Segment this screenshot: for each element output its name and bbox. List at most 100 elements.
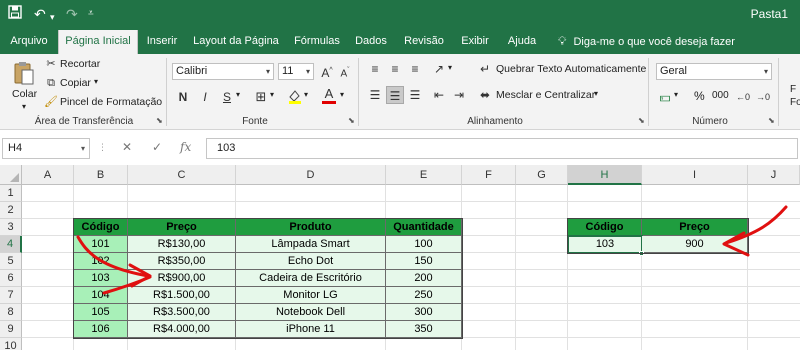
wrap-text-icon: ↵ xyxy=(479,62,491,76)
fill-color-icon[interactable] xyxy=(286,88,304,106)
formula-bar-grip-icon: ⋮ xyxy=(98,142,107,152)
conditional-format-cutoff-2[interactable]: Fo xyxy=(790,97,800,108)
redo-icon[interactable]: ↷ xyxy=(66,5,78,23)
arrow-left-tail xyxy=(102,275,152,295)
chevron-down-icon: ▾ xyxy=(305,67,310,76)
percent-button[interactable]: % xyxy=(694,89,705,103)
align-middle-icon[interactable]: ≡ xyxy=(386,60,404,78)
font-family-value: Calibri xyxy=(176,65,208,77)
undo-icon[interactable]: ↶ xyxy=(34,5,46,23)
formula-input[interactable]: 103 xyxy=(206,138,798,159)
chevron-down-icon: ▾ xyxy=(265,67,270,76)
underline-button[interactable]: S xyxy=(218,88,236,106)
merge-center-icon: ⬌ xyxy=(479,88,491,102)
wrap-text-button[interactable]: Quebrar Texto Automaticamente xyxy=(496,63,646,75)
currency-icon[interactable]: 💵︎ xyxy=(656,88,674,106)
font-size-value: 11 xyxy=(282,65,294,77)
copy-button[interactable]: Copiar xyxy=(60,77,91,89)
formula-bar: H4 ▾ ⋮ ✕ ✓ fx 103 xyxy=(0,138,800,160)
tab-ajuda[interactable]: Ajuda xyxy=(502,30,542,54)
merge-dropdown-icon[interactable]: ▾ xyxy=(594,89,598,98)
number-launcher-icon[interactable]: ⬊ xyxy=(768,116,775,125)
merge-center-button[interactable]: Mesclar e Centralizar xyxy=(496,89,595,101)
clipboard-launcher-icon[interactable]: ⬊ xyxy=(156,116,163,125)
font-color-button[interactable]: A xyxy=(320,86,338,104)
group-divider xyxy=(358,58,359,126)
undo-dropdown-icon[interactable]: ▾ xyxy=(50,8,55,26)
alignment-group-label: Alinhamento xyxy=(467,116,523,127)
enter-icon[interactable]: ✓ xyxy=(152,140,162,154)
tab-dados[interactable]: Dados xyxy=(352,30,390,54)
insert-function-icon[interactable]: fx xyxy=(180,140,191,154)
chevron-down-icon: ▾ xyxy=(763,67,768,76)
font-color-dropdown-icon[interactable]: ▾ xyxy=(340,90,344,99)
font-family-select[interactable]: Calibri ▾ xyxy=(172,63,274,80)
save-icon[interactable] xyxy=(8,5,22,23)
tab-layout[interactable]: Layout da Página xyxy=(190,30,282,54)
bold-button[interactable]: N xyxy=(174,88,192,106)
copy-dropdown-icon[interactable]: ▾ xyxy=(94,77,98,86)
alignment-launcher-icon[interactable]: ⬊ xyxy=(638,116,645,125)
paste-icon[interactable] xyxy=(12,60,36,86)
font-group-label: Fonte xyxy=(242,116,268,127)
orientation-dropdown-icon[interactable]: ▾ xyxy=(448,63,452,72)
tab-revisao[interactable]: Revisão xyxy=(400,30,448,54)
ribbon-tabs: Arquivo Página Inicial Inserir Layout da… xyxy=(0,30,800,54)
grow-font-icon[interactable]: A^ xyxy=(318,62,336,80)
format-painter-button[interactable]: Pincel de Formatação xyxy=(60,96,162,108)
tab-inserir[interactable]: Inserir xyxy=(142,30,182,54)
decrease-indent-icon[interactable]: ⇤ xyxy=(430,86,448,104)
tab-pagina-inicial[interactable]: Página Inicial xyxy=(58,30,138,54)
number-format-select[interactable]: Geral ▾ xyxy=(656,63,772,80)
italic-button[interactable]: I xyxy=(196,88,214,106)
paste-dropdown-icon[interactable]: ▾ xyxy=(22,102,26,111)
paste-button[interactable]: Colar xyxy=(12,88,37,100)
chevron-down-icon: ▾ xyxy=(80,144,85,153)
currency-dropdown-icon[interactable]: ▾ xyxy=(674,90,678,99)
increase-indent-icon[interactable]: ⇥ xyxy=(450,86,468,104)
decrease-decimal-icon[interactable]: →0 xyxy=(754,88,772,106)
align-left-icon[interactable]: ☰ xyxy=(366,86,384,104)
font-size-select[interactable]: 11 ▾ xyxy=(278,63,314,80)
conditional-format-cutoff[interactable]: F xyxy=(790,84,796,95)
font-color-label: A xyxy=(324,86,334,101)
group-divider xyxy=(648,58,649,126)
font-color-swatch xyxy=(322,101,336,104)
scissors-icon: ✂ xyxy=(46,58,56,70)
align-right-icon[interactable]: ☰ xyxy=(406,86,424,104)
underline-dropdown-icon[interactable]: ▾ xyxy=(236,90,240,99)
group-divider xyxy=(778,58,779,126)
lightbulb-icon: 💡︎ xyxy=(558,34,567,48)
ribbon: Colar ▾ ✂ Recortar ⧉ Copiar ▾ 🖌︎ Pincel … xyxy=(0,54,800,130)
tab-formulas[interactable]: Fórmulas xyxy=(290,30,344,54)
increase-decimal-icon[interactable]: ←0 xyxy=(734,88,752,106)
name-box[interactable]: H4 ▾ xyxy=(2,138,90,159)
orientation-icon[interactable]: ↗ xyxy=(430,60,448,78)
shrink-font-icon[interactable]: Aˇ xyxy=(336,62,354,80)
copy-icon: ⧉ xyxy=(47,77,55,89)
fill-color-dropdown-icon[interactable]: ▾ xyxy=(304,90,308,99)
title-bar: ↶ ▾ ↷ ⩡ Pasta1 xyxy=(0,0,800,30)
align-bottom-icon[interactable]: ≡ xyxy=(406,60,424,78)
format-painter-icon: 🖌︎ xyxy=(44,96,58,108)
thousands-button[interactable]: 000 xyxy=(712,90,729,101)
borders-dropdown-icon[interactable]: ▾ xyxy=(270,90,274,99)
cancel-icon[interactable]: ✕ xyxy=(122,140,132,154)
tab-exibir[interactable]: Exibir xyxy=(456,30,494,54)
font-launcher-icon[interactable]: ⬊ xyxy=(348,116,355,125)
tell-me-box[interactable]: 💡︎ Diga-me o que você deseja fazer xyxy=(558,30,735,54)
window-title: Pasta1 xyxy=(750,7,788,21)
customize-qat-icon[interactable]: ⩡ xyxy=(88,5,94,23)
align-center-icon[interactable]: ☰ xyxy=(386,86,404,104)
tab-arquivo[interactable]: Arquivo xyxy=(4,30,54,54)
number-format-value: Geral xyxy=(660,65,687,77)
borders-icon[interactable]: ⊞ xyxy=(252,88,270,106)
spreadsheet-grid[interactable]: A B C D E F G H I J 1 2 3 4 5 6 7 8 9 10… xyxy=(0,165,800,350)
cut-button[interactable]: Recortar xyxy=(60,58,100,70)
number-group-label: Número xyxy=(692,116,728,127)
name-box-value: H4 xyxy=(8,142,23,154)
align-top-icon[interactable]: ≡ xyxy=(366,60,384,78)
group-divider xyxy=(166,58,167,126)
annotation-arrows xyxy=(76,205,788,295)
clipboard-group-label: Área de Transferência xyxy=(34,116,134,127)
